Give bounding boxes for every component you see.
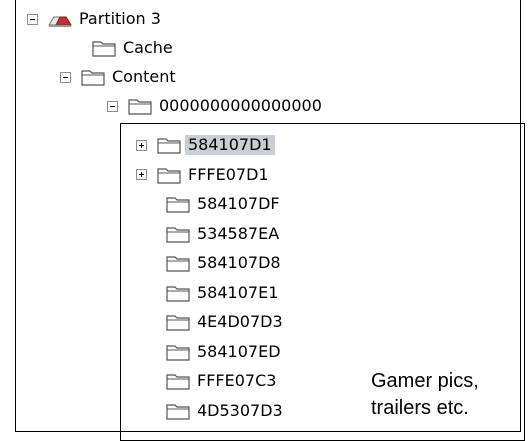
tree-item-label: 584107D8 — [197, 253, 281, 272]
folder-icon — [166, 256, 190, 272]
tree-item-child[interactable]: FFFE07D1 — [136, 162, 269, 188]
collapse-toggle[interactable] — [27, 13, 38, 25]
tree-item-cache[interactable]: Cache — [91, 35, 173, 61]
folder-icon — [166, 285, 190, 302]
collapse-toggle[interactable] — [107, 100, 118, 112]
folder-icon — [166, 374, 190, 390]
tree-item-content[interactable]: Content — [60, 64, 176, 90]
folder-icon — [166, 197, 190, 213]
tree-item-child[interactable]: 584107D1 — [136, 132, 275, 158]
tree-item-label: 0000000000000000 — [159, 96, 322, 115]
expand-toggle[interactable] — [136, 169, 147, 180]
folder-icon — [92, 41, 116, 57]
tree-item-label: FFFE07D1 — [188, 164, 269, 184]
tree-item-child[interactable]: 534587EA — [165, 221, 279, 247]
tree-item-label: FFFE07C3 — [197, 371, 277, 390]
tree-item-partition[interactable]: Partition 3 — [27, 6, 161, 32]
tree-item-child[interactable]: 4D5307D3 — [165, 398, 283, 424]
tree-item-label: 584107E1 — [197, 282, 279, 302]
collapse-toggle[interactable] — [60, 71, 71, 83]
folder-icon — [157, 138, 181, 154]
folder-icon — [166, 315, 190, 331]
callout-annotation: Gamer pics, trailers etc. — [371, 368, 479, 422]
expand-toggle[interactable] — [136, 139, 147, 151]
folder-icon — [81, 70, 105, 86]
tree-item-child[interactable]: 584107E1 — [165, 280, 278, 306]
folder-icon — [166, 403, 190, 420]
tree-item-label: 584107DF — [197, 194, 280, 213]
drive-icon — [48, 16, 72, 27]
tree-item-child[interactable]: 4E4D07D3 — [165, 309, 283, 335]
tree-item-label: Partition 3 — [79, 9, 161, 28]
tree-item-child[interactable]: 584107D8 — [165, 250, 281, 276]
tree-item-label: 534587EA — [197, 223, 280, 243]
tree-item-child[interactable]: 584107ED — [165, 339, 281, 365]
tree-item-child[interactable]: 584107DF — [165, 191, 280, 217]
tree-item-label: 4D5307D3 — [197, 400, 283, 420]
folder-icon — [166, 344, 190, 361]
tree-item-label: Content — [112, 67, 176, 86]
tree-item-child[interactable]: FFFE07C3 — [165, 368, 276, 394]
folder-icon — [128, 99, 152, 115]
tree-item-label: 584107D1 — [185, 135, 275, 155]
folder-icon — [157, 167, 181, 184]
callout-line-2: trailers etc. — [371, 397, 469, 419]
tree-item-label: Cache — [123, 38, 173, 57]
tree-item-label: 4E4D07D3 — [197, 312, 283, 331]
tree-item-label: 584107ED — [197, 341, 281, 361]
tree-item-id-folder[interactable]: 0000000000000000 — [107, 93, 322, 119]
folder-icon — [166, 226, 190, 243]
callout-line-1: Gamer pics, — [371, 370, 479, 392]
